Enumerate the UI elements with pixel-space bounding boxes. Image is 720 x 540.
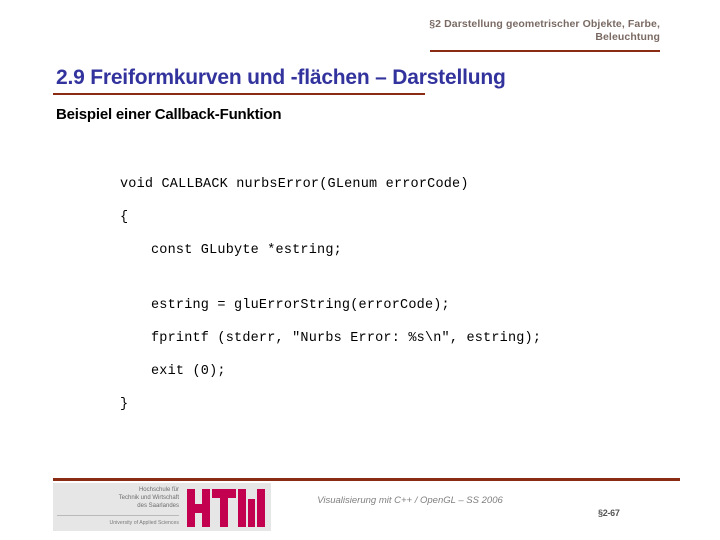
- header-line-2: Beleuchtung: [595, 31, 660, 43]
- htw-monogram-icon: [185, 483, 271, 531]
- logo-line-2: Technik und Wirtschaft: [118, 495, 179, 501]
- page-number: §2-67: [598, 508, 620, 518]
- code-line: {: [120, 210, 129, 225]
- logo-line-1: Hochschule für: [138, 487, 179, 493]
- code-line: const GLubyte *estring;: [151, 243, 342, 258]
- htw-logo: Hochschule für Technik und Wirtschaft de…: [53, 483, 271, 531]
- code-line: fprintf (stderr, "Nurbs Error: %s\n", es…: [151, 331, 542, 346]
- header-line-1: §2 Darstellung geometrischer Objekte, Fa…: [429, 18, 660, 30]
- footer-divider: [53, 478, 680, 481]
- footer-course-label: Visualisierung mit C++ / OpenGL – SS 200…: [317, 495, 503, 506]
- code-line: }: [120, 397, 129, 412]
- code-line: void CALLBACK nurbsError(GLenum errorCod…: [120, 177, 469, 192]
- code-block: void CALLBACK nurbsError(GLenum errorCod…: [120, 168, 680, 421]
- header-divider: [430, 50, 660, 52]
- logo-line-3: des Saarlandes: [137, 503, 179, 509]
- code-line: estring = gluErrorString(errorCode);: [151, 298, 450, 313]
- page-title: 2.9 Freiformkurven und -flächen – Darste…: [56, 66, 506, 89]
- logo-text: Hochschule für Technik und Wirtschaft de…: [53, 483, 185, 531]
- logo-line-4: University of Applied Sciences: [57, 515, 179, 527]
- title-divider: [53, 93, 425, 95]
- code-line: exit (0);: [151, 364, 226, 379]
- slide: §2 Darstellung geometrischer Objekte, Fa…: [0, 0, 720, 540]
- slide-header: §2 Darstellung geometrischer Objekte, Fa…: [300, 18, 660, 44]
- page-subtitle: Beispiel einer Callback-Funktion: [56, 106, 282, 123]
